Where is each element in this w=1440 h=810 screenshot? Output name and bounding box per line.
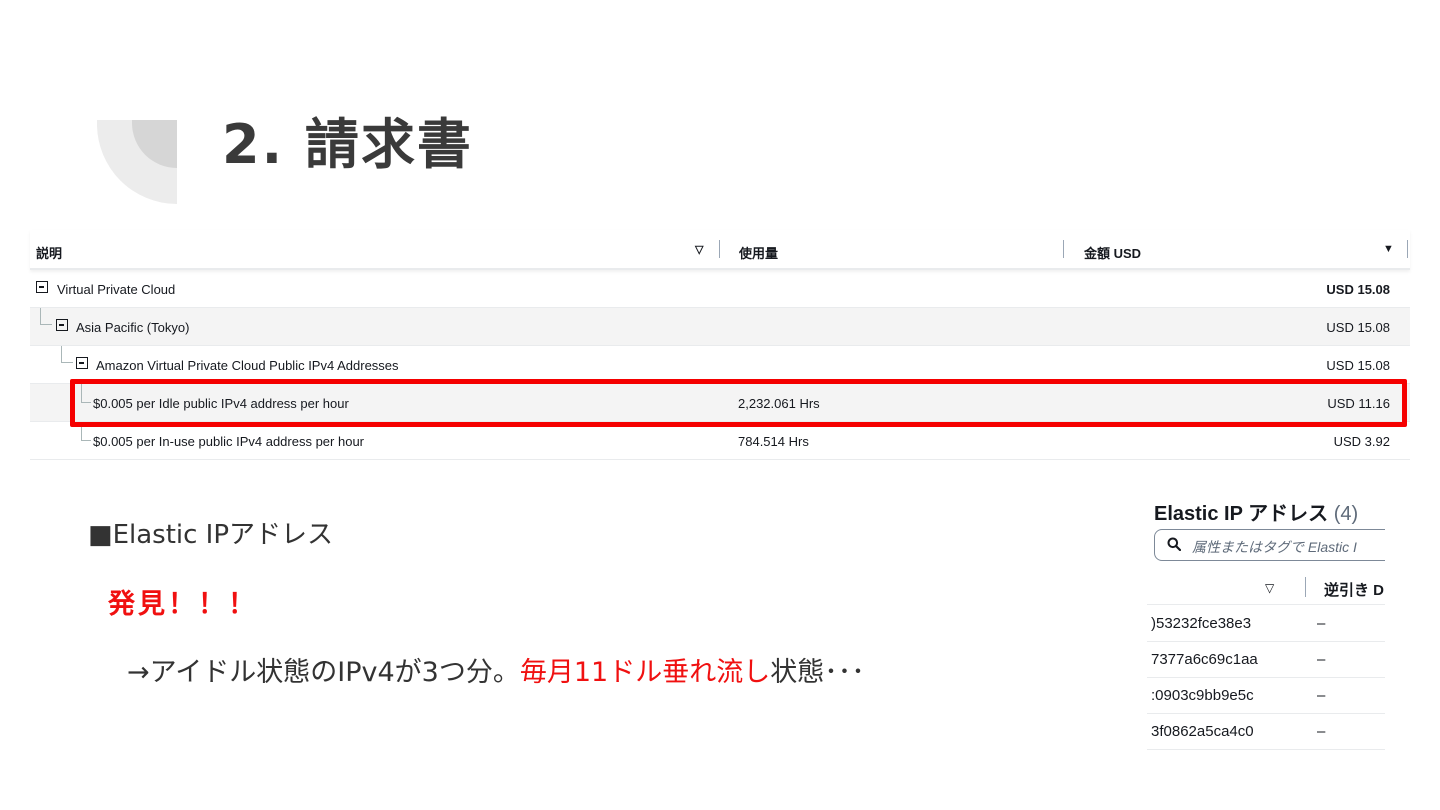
- column-divider[interactable]: [1063, 240, 1064, 258]
- col-amount-header[interactable]: 金額 USD: [1084, 243, 1141, 262]
- reverse-dns-value: –: [1317, 651, 1326, 668]
- sort-down-icon[interactable]: ▼: [1383, 243, 1394, 255]
- row-label: Virtual Private Cloud: [57, 282, 176, 297]
- col-usage-header[interactable]: 使用量: [739, 243, 778, 262]
- idle-ipv4-highlight-box: [70, 379, 1407, 427]
- title-decoration: [97, 120, 187, 210]
- collapse-icon[interactable]: [56, 319, 68, 331]
- message-part: →アイドル状態のIPv4が3つ分。: [127, 657, 520, 688]
- row-label: $0.005 per In-use public IPv4 address pe…: [93, 434, 365, 449]
- row-amount: USD 15.08: [1326, 320, 1390, 335]
- row-label: Asia Pacific (Tokyo): [76, 320, 190, 335]
- column-divider[interactable]: [1407, 240, 1408, 258]
- tree-connector: [40, 308, 52, 325]
- collapse-icon[interactable]: [76, 357, 88, 369]
- elastic-ip-heading: ■Elastic IPアドレス: [88, 520, 334, 550]
- column-divider[interactable]: [1305, 577, 1306, 597]
- reverse-dns-value: –: [1317, 615, 1326, 632]
- panel-column-header: ▽ 逆引き D: [1147, 569, 1385, 605]
- message-part: 状態･･･: [770, 657, 865, 688]
- table-row[interactable]: 7377a6c69c1aa –: [1147, 642, 1385, 678]
- col-description-header[interactable]: 説明: [36, 243, 62, 262]
- message-emphasis: 毎月11ドル垂れ流し: [519, 657, 771, 688]
- row-usage: 784.514 Hrs: [738, 434, 809, 449]
- allocation-id: 7377a6c69c1aa: [1151, 651, 1258, 668]
- billing-table-header: 説明 ▽ 使用量 金額 USD ▼: [30, 230, 1410, 270]
- elastic-ip-panel: Elastic IP アドレス (4) 属性またはタグで Elastic I ▽…: [1147, 485, 1385, 777]
- row-amount: USD 3.92: [1333, 434, 1390, 449]
- reverse-dns-value: –: [1317, 723, 1326, 740]
- tree-connector: [61, 346, 73, 363]
- sort-caret-icon[interactable]: ▽: [1265, 581, 1274, 595]
- sort-caret-icon[interactable]: ▽: [695, 243, 703, 256]
- row-label: Amazon Virtual Private Cloud Public IPv4…: [96, 358, 399, 373]
- slide-title: 2. 請求書: [222, 113, 473, 176]
- table-row[interactable]: :0903c9bb9e5c –: [1147, 678, 1385, 714]
- search-icon: [1167, 537, 1181, 551]
- panel-title-text: Elastic IP アドレス: [1154, 503, 1329, 525]
- found-callout: 発見！！！: [108, 589, 258, 620]
- reverse-dns-value: –: [1317, 687, 1326, 704]
- table-row: Virtual Private Cloud USD 15.08: [30, 270, 1410, 308]
- allocation-id: )53232fce38e3: [1151, 615, 1252, 632]
- search-placeholder: 属性またはタグで Elastic I: [1192, 539, 1357, 555]
- allocation-id: :0903c9bb9e5c: [1151, 687, 1254, 704]
- allocation-id: 3f0862a5ca4c0: [1151, 723, 1254, 740]
- col-reverse-dns-header[interactable]: 逆引き D: [1324, 579, 1384, 600]
- idle-cost-message: →アイドル状態のIPv4が3つ分。毎月11ドル垂れ流し状態･･･: [127, 650, 865, 689]
- table-row: $0.005 per In-use public IPv4 address pe…: [30, 422, 1410, 460]
- table-row[interactable]: )53232fce38e3 –: [1147, 606, 1385, 642]
- collapse-icon[interactable]: [36, 281, 48, 293]
- panel-title: Elastic IP アドレス (4): [1154, 497, 1358, 526]
- panel-count: (4): [1333, 503, 1359, 525]
- table-row: Asia Pacific (Tokyo) USD 15.08: [30, 308, 1410, 346]
- column-divider[interactable]: [719, 240, 720, 258]
- table-row[interactable]: 3f0862a5ca4c0 –: [1147, 714, 1385, 750]
- row-amount: USD 15.08: [1326, 282, 1390, 297]
- row-amount: USD 15.08: [1326, 358, 1390, 373]
- search-input[interactable]: 属性またはタグで Elastic I: [1154, 529, 1385, 561]
